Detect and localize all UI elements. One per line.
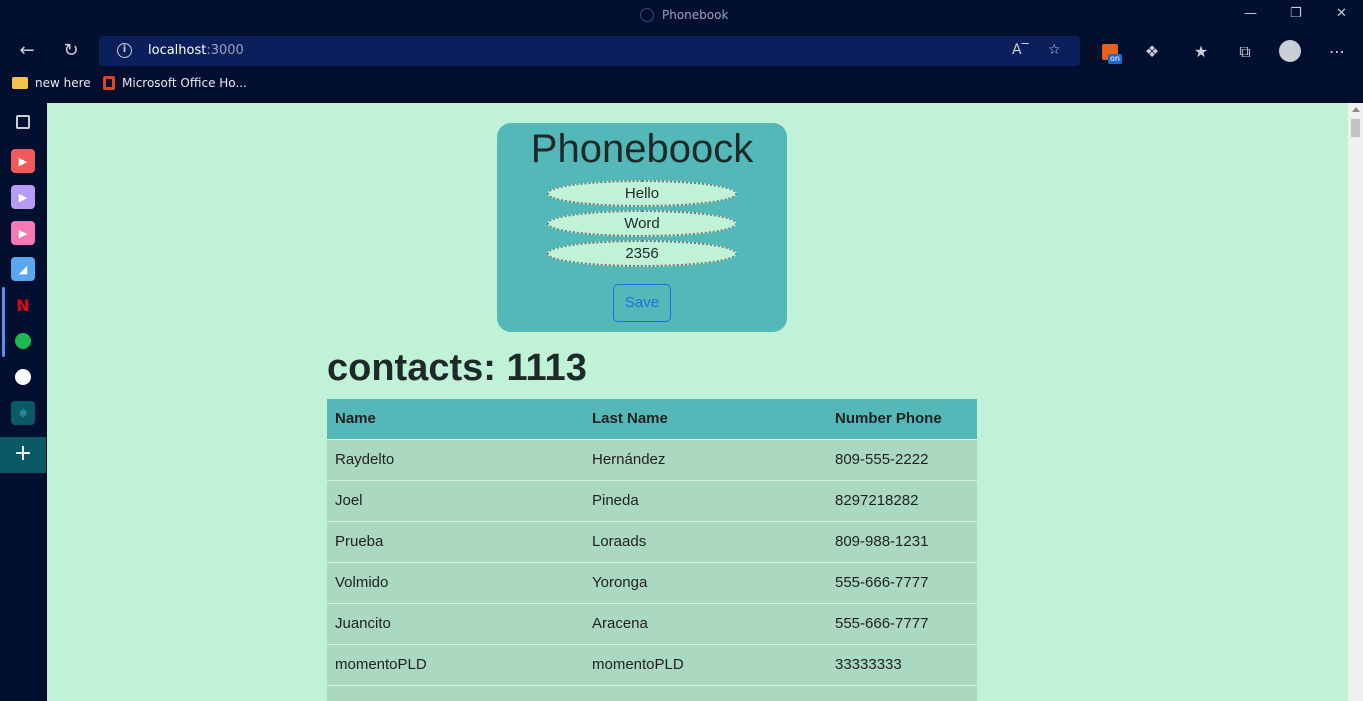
column-header-last-name: Last Name — [592, 410, 668, 428]
cell-phone: 8297218282 — [835, 492, 919, 509]
refresh-icon[interactable]: ↻ — [59, 39, 83, 63]
cell-name-partial — [327, 685, 584, 701]
cell-last-name: momentoPLD — [592, 656, 684, 673]
cell-phone: 809-555-2222 — [835, 451, 929, 468]
table-row: Prueba Loraads 809-988-1231 — [327, 521, 977, 562]
table-row: Juancito Aracena 555-666-7777 — [327, 603, 977, 644]
tab-actions-icon[interactable] — [16, 115, 30, 129]
cell-name: Raydelto — [335, 451, 395, 468]
minimize-icon[interactable]: — — [1244, 6, 1257, 21]
react-icon[interactable]: ⚛ — [11, 401, 35, 425]
cell-last-name: Aracena — [592, 615, 648, 632]
react-icon — [640, 8, 654, 22]
cell-phone: 555-666-7777 — [835, 615, 929, 632]
contact-form-card: Phoneboock Hello Word 2356 Save — [497, 123, 787, 332]
save-button[interactable]: Save — [613, 284, 671, 322]
cell-name: Prueba — [335, 533, 384, 550]
scroll-thumb[interactable] — [1351, 119, 1360, 137]
app-tile-red-icon[interactable]: ▶ — [11, 149, 35, 173]
table-row: Raydelto Hernández 809-555-2222 — [327, 439, 977, 480]
window-title: Phonebook — [640, 8, 728, 22]
extension-icon[interactable]: on — [1098, 40, 1122, 64]
favorite-new-here[interactable]: new here — [12, 76, 91, 90]
favorites-bar: new here Microsoft Office Ho... — [0, 69, 1363, 101]
browser-sidebar: ▶ ▶ ▶ ◢ N ⚛ + — [0, 103, 46, 701]
column-header-phone: Number Phone — [835, 410, 942, 428]
restore-icon[interactable]: ❐ — [1290, 6, 1302, 21]
url-text[interactable]: localhost:3000 — [148, 43, 244, 58]
cell-last-name-partial — [584, 685, 827, 701]
table-row: Joel Pineda 8297218282 — [327, 480, 977, 521]
app-tile-blue-icon[interactable]: ◢ — [11, 257, 35, 281]
cell-phone: 809-988-1231 — [835, 533, 929, 550]
cell-phone: 555-666-7777 — [835, 574, 929, 591]
last-name-input[interactable]: Word — [547, 210, 737, 237]
github-icon[interactable] — [11, 365, 35, 389]
cell-name: Joel — [335, 492, 363, 509]
add-sidebar-app-icon[interactable]: + — [0, 437, 46, 473]
office-icon — [103, 76, 115, 90]
form-heading: Phoneboock — [530, 127, 754, 171]
cell-phone-partial — [827, 685, 977, 701]
scroll-up-icon[interactable] — [1352, 107, 1360, 112]
collections-icon[interactable]: ⧉ — [1233, 40, 1257, 64]
table-row: Volmido Yoronga 555-666-7777 — [327, 562, 977, 603]
cell-name: Juancito — [335, 615, 391, 632]
table-row — [327, 685, 977, 701]
cell-last-name: Hernández — [592, 451, 666, 468]
read-aloud-icon[interactable]: A‾ — [1012, 42, 1029, 58]
contacts-count-heading: contacts: 1113 — [327, 347, 587, 389]
page-viewport: Phoneboock Hello Word 2356 Save contacts… — [47, 103, 1348, 701]
more-menu-icon[interactable]: ⋯ — [1325, 40, 1349, 64]
favorites-icon[interactable]: ★ — [1189, 40, 1213, 64]
table-header-row: Name Last Name Number Phone — [327, 399, 977, 439]
cell-last-name: Loraads — [592, 533, 647, 550]
window-title-text: Phonebook — [662, 8, 729, 22]
title-bar: Phonebook — ❐ ✕ — [0, 0, 1363, 33]
spotify-icon[interactable] — [11, 329, 35, 353]
phone-input[interactable]: 2356 — [547, 240, 737, 267]
extension-badge: on — [1108, 54, 1122, 64]
url-host: localhost — [148, 43, 207, 58]
favorite-label: new here — [35, 76, 91, 90]
extensions-puzzle-icon[interactable]: ❖ — [1140, 40, 1164, 64]
cell-name: Volmido — [335, 574, 389, 591]
column-header-name: Name — [335, 410, 376, 428]
table-row: momentoPLD momentoPLD 33333333 — [327, 644, 977, 685]
favorite-office[interactable]: Microsoft Office Ho... — [103, 76, 247, 90]
contacts-table: Name Last Name Number Phone Raydelto Her… — [327, 399, 977, 701]
cell-last-name: Yoronga — [592, 574, 648, 591]
profile-avatar[interactable] — [1279, 40, 1303, 64]
favorite-label: Microsoft Office Ho... — [122, 76, 247, 90]
cell-last-name: Pineda — [592, 492, 639, 509]
netflix-icon[interactable]: N — [11, 293, 35, 317]
app-tile-pink-icon[interactable]: ▶ — [11, 221, 35, 245]
url-port: :3000 — [206, 43, 244, 58]
close-icon[interactable]: ✕ — [1336, 6, 1347, 21]
first-name-input[interactable]: Hello — [547, 180, 737, 207]
page-scrollbar[interactable] — [1348, 103, 1363, 701]
folder-icon — [12, 77, 28, 89]
app-tile-purple-icon[interactable]: ▶ — [11, 185, 35, 209]
cell-phone: 33333333 — [835, 656, 902, 673]
site-info-icon[interactable]: i — [117, 43, 132, 58]
cell-name: momentoPLD — [335, 656, 427, 673]
back-icon[interactable]: ← — [15, 39, 39, 63]
add-favorite-icon[interactable]: ☆ — [1048, 42, 1061, 58]
sidebar-active-indicator — [2, 287, 5, 357]
address-bar[interactable]: i localhost:3000 A‾ ☆ — [99, 36, 1080, 66]
